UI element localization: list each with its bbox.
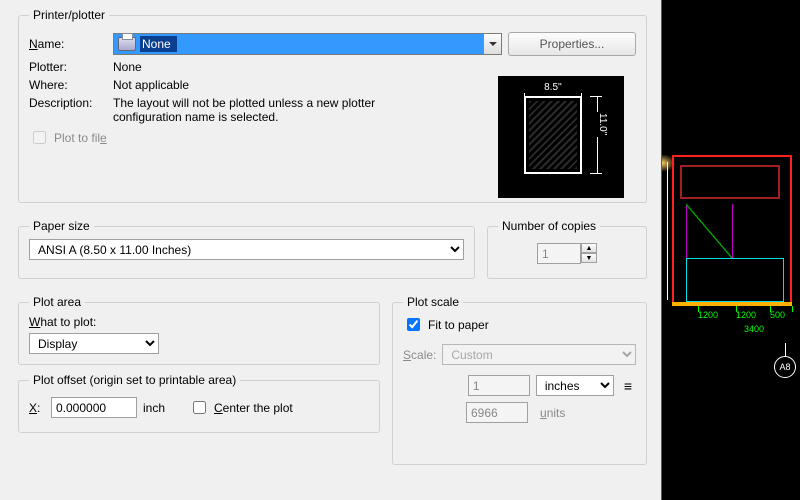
copies-up: ▲ [581, 243, 597, 253]
preview-height: 11.0'' [597, 112, 608, 137]
plotter-name-value: None [140, 36, 177, 52]
copies-group: Number of copies ▲ ▼ [487, 219, 647, 279]
cad-dim-3: 500 [770, 310, 785, 320]
plot-offset-legend: Plot offset (origin set to printable are… [29, 373, 240, 387]
printer-plotter-group: Printer/plotter Name: None Properties...… [18, 8, 647, 203]
paper-preview: 8.5'' 11.0'' [498, 76, 624, 198]
properties-button[interactable]: Properties... [508, 32, 636, 56]
cad-canvas: 1200 1200 500 3400 A8 [662, 0, 800, 500]
offset-x-label: X: [29, 401, 45, 415]
offset-x-unit: inch [143, 401, 183, 415]
equals-icon: ≡ [620, 378, 636, 394]
preview-width: 8.5'' [520, 82, 586, 93]
where-label: Where: [29, 78, 107, 92]
plotter-value: None [113, 60, 142, 74]
paper-size-group: Paper size ANSI A (8.50 x 11.00 Inches) [18, 219, 475, 279]
chevron-down-icon[interactable] [483, 34, 501, 54]
scale-denominator-input [466, 402, 528, 423]
scale-label: Scale: [403, 348, 436, 362]
cad-dim-1: 1200 [698, 310, 718, 320]
where-value: Not applicable [113, 78, 189, 92]
cad-dim-2: 1200 [736, 310, 756, 320]
printer-icon [118, 37, 136, 51]
plot-area-legend: Plot area [29, 295, 85, 309]
copies-down: ▼ [581, 253, 597, 263]
scale-numerator-input [468, 375, 530, 396]
center-plot-input[interactable] [193, 401, 206, 414]
description-value: The layout will not be plotted unless a … [113, 96, 389, 124]
plot-to-file-input [33, 131, 46, 144]
cad-dim-4: 3400 [744, 324, 764, 334]
cad-grid-marker: A8 [774, 356, 796, 378]
paper-size-legend: Paper size [29, 219, 94, 233]
plot-scale-group: Plot scale Fit to paper Scale: Custom in… [392, 295, 647, 465]
fit-to-paper-checkbox[interactable]: Fit to paper [403, 315, 489, 334]
plot-dialog: Printer/plotter Name: None Properties...… [0, 0, 662, 500]
plot-offset-group: Plot offset (origin set to printable are… [18, 373, 380, 433]
plot-area-group: Plot area What to plot: Display [18, 295, 380, 365]
copies-legend: Number of copies [498, 219, 600, 233]
name-label: Name: [29, 37, 107, 51]
scale-dropdown: Custom [442, 344, 636, 365]
paper-size-dropdown[interactable]: ANSI A (8.50 x 11.00 Inches) [29, 239, 464, 260]
printer-legend: Printer/plotter [29, 8, 109, 22]
fit-to-paper-input[interactable] [407, 318, 420, 331]
description-label: Description: [29, 96, 107, 110]
plot-scale-legend: Plot scale [403, 295, 463, 309]
copies-input [537, 243, 581, 264]
copies-stepper: ▲ ▼ [537, 243, 597, 264]
what-to-plot-label: What to plot: [29, 315, 369, 329]
offset-x-input[interactable] [51, 397, 137, 418]
center-plot-checkbox[interactable]: Center the plot [189, 398, 293, 417]
plot-to-file-checkbox: Plot to file [29, 128, 107, 147]
scale-den-unit: units [534, 406, 612, 420]
scale-unit-dropdown[interactable]: inches [536, 375, 614, 396]
plotter-label: Plotter: [29, 60, 107, 74]
what-to-plot-dropdown[interactable]: Display [29, 333, 159, 354]
plotter-name-dropdown[interactable]: None [113, 33, 502, 55]
